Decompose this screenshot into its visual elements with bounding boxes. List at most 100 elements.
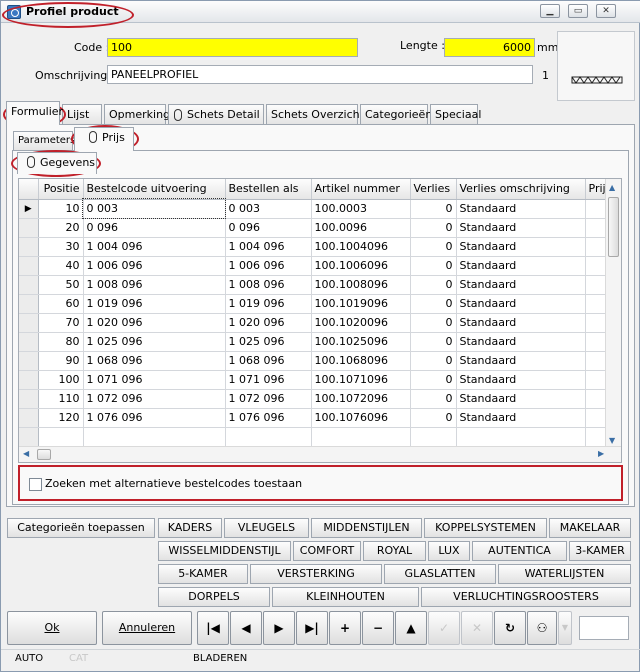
- lengte-field[interactable]: 6000: [444, 38, 535, 57]
- table-cell[interactable]: 100.1076096: [311, 408, 411, 428]
- table-cell[interactable]: 0: [410, 370, 457, 390]
- ok-button[interactable]: Ok: [7, 611, 97, 645]
- tab-speciaal[interactable]: Speciaal: [430, 104, 481, 124]
- table-cell[interactable]: 1 008 096: [225, 275, 312, 295]
- table-cell[interactable]: Standaard: [456, 218, 586, 238]
- table-cell[interactable]: 0: [410, 389, 457, 409]
- table-cell[interactable]: 50: [38, 275, 84, 295]
- category-button-lux[interactable]: LUX: [428, 541, 470, 561]
- category-button-makelaar[interactable]: MAKELAAR: [549, 518, 631, 538]
- tab-gegevens[interactable]: Gegevens: [17, 152, 97, 174]
- table-cell[interactable]: 40: [38, 256, 84, 276]
- delete-record-icon[interactable]: −: [362, 611, 394, 645]
- table-cell[interactable]: 1 006 096: [225, 256, 312, 276]
- table-cell[interactable]: 0: [410, 256, 457, 276]
- table-cell[interactable]: 100.1004096: [311, 237, 411, 257]
- category-button-vleugels[interactable]: VLEUGELS: [224, 518, 309, 538]
- category-button-comfort[interactable]: COMFORT: [293, 541, 361, 561]
- table-cell[interactable]: [456, 427, 586, 447]
- category-button-3-kamer[interactable]: 3-KAMER: [569, 541, 631, 561]
- table-cell[interactable]: 0: [410, 294, 457, 314]
- category-button-waterlijsten[interactable]: WATERLIJSTEN: [498, 564, 631, 584]
- table-cell[interactable]: 1 068 096: [225, 351, 312, 371]
- grid-header[interactable]: Positie: [38, 179, 84, 200]
- table-cell[interactable]: 100.1019096: [311, 294, 411, 314]
- record-number-field[interactable]: [579, 616, 629, 640]
- table-cell[interactable]: 110: [38, 389, 84, 409]
- table-row[interactable]: 40 1 006 096 1 006 096 100.1006096 0 Standaar…: [19, 256, 616, 276]
- table-cell[interactable]: 20: [38, 218, 84, 238]
- table-cell[interactable]: 0: [410, 332, 457, 352]
- table-cell[interactable]: [19, 427, 39, 447]
- category-button-wisselmiddenstijl[interactable]: WISSELMIDDENSTIJL: [158, 541, 291, 561]
- cancel-edit-icon[interactable]: ✕: [461, 611, 493, 645]
- table-cell[interactable]: Standaard: [456, 237, 586, 257]
- grid-header[interactable]: Artikel nummer: [311, 179, 411, 200]
- table-cell[interactable]: 0: [410, 408, 457, 428]
- table-cell[interactable]: 0: [410, 275, 457, 295]
- table-cell[interactable]: 90: [38, 351, 84, 371]
- tab-lijst[interactable]: Lijst: [62, 104, 102, 124]
- next-record-icon[interactable]: ▶: [263, 611, 295, 645]
- table-cell[interactable]: 1 071 096: [225, 370, 312, 390]
- maximize-button[interactable]: ▭: [568, 4, 588, 18]
- post-record-icon[interactable]: ✓: [428, 611, 460, 645]
- table-row[interactable]: 30 1 004 096 1 004 096 100.1004096 0 Standaar…: [19, 237, 616, 257]
- table-cell[interactable]: 1 019 096: [83, 294, 226, 314]
- table-cell[interactable]: 0: [410, 237, 457, 257]
- table-cell[interactable]: 1 076 096: [83, 408, 226, 428]
- table-cell[interactable]: Standaard: [456, 351, 586, 371]
- table-cell[interactable]: Standaard: [456, 199, 586, 219]
- alt-codes-checkbox[interactable]: [29, 478, 42, 491]
- table-cell[interactable]: Standaard: [456, 313, 586, 333]
- category-button-kaders[interactable]: KADERS: [158, 518, 222, 538]
- tab-schets-detail[interactable]: Schets Detail: [168, 104, 264, 124]
- hscroll-thumb[interactable]: [37, 449, 51, 460]
- table-cell[interactable]: 0 096: [83, 218, 226, 238]
- table-cell[interactable]: 100.1071096: [311, 370, 411, 390]
- table-cell[interactable]: 10: [38, 199, 84, 219]
- table-cell[interactable]: 0 096: [225, 218, 312, 238]
- cancel-button[interactable]: Annuleren: [102, 611, 192, 645]
- table-cell[interactable]: 1 020 096: [83, 313, 226, 333]
- table-cell[interactable]: 100.1020096: [311, 313, 411, 333]
- table-row[interactable]: 120 1 076 096 1 076 096 100.1076096 0 Standaa…: [19, 408, 616, 428]
- table-cell[interactable]: [410, 427, 457, 447]
- category-button-5-kamer[interactable]: 5-KAMER: [158, 564, 248, 584]
- search-binoculars-icon[interactable]: ⚇: [527, 611, 557, 645]
- tab-schets-overzicht[interactable]: Schets Overzicht: [266, 104, 364, 124]
- table-cell[interactable]: Standaard: [456, 332, 586, 352]
- table-cell[interactable]: 0 003: [82, 198, 226, 219]
- table-row[interactable]: 70 1 020 096 1 020 096 100.1020096 0 Standaar…: [19, 313, 616, 333]
- table-cell[interactable]: 100.1072096: [311, 389, 411, 409]
- table-row[interactable]: 50 1 008 096 1 008 096 100.1008096 0 Standaar…: [19, 275, 616, 295]
- table-cell[interactable]: Standaard: [456, 294, 586, 314]
- table-cell[interactable]: 1 071 096: [83, 370, 226, 390]
- table-cell[interactable]: 100: [38, 370, 84, 390]
- category-button-verluchtingsroosters[interactable]: VERLUCHTINGSROOSTERS: [421, 587, 631, 607]
- add-record-icon[interactable]: +: [329, 611, 361, 645]
- first-record-icon[interactable]: |◀: [197, 611, 229, 645]
- table-cell[interactable]: 1 004 096: [225, 237, 312, 257]
- table-cell[interactable]: 1 019 096: [225, 294, 312, 314]
- scroll-down-arrow-icon[interactable]: ▼: [609, 436, 615, 445]
- dropdown-arrow-icon[interactable]: ▼: [558, 611, 572, 645]
- category-button-dorpels[interactable]: DORPELS: [158, 587, 270, 607]
- tab-prijs[interactable]: Prijs: [74, 127, 134, 151]
- table-cell[interactable]: Standaard: [456, 389, 586, 409]
- table-row[interactable]: 100 1 071 096 1 071 096 100.1071096 0 Standaa…: [19, 370, 616, 390]
- refresh-icon[interactable]: ↻: [494, 611, 526, 645]
- table-cell[interactable]: 1 004 096: [83, 237, 226, 257]
- tab-opmerking[interactable]: Opmerking: [104, 104, 170, 124]
- table-cell[interactable]: 1 076 096: [225, 408, 312, 428]
- table-cell[interactable]: 1 025 096: [225, 332, 312, 352]
- table-cell[interactable]: [38, 427, 84, 447]
- table-row[interactable]: ▶ 10 0 003 0 003 100.0003 0 Standaard: [19, 198, 616, 219]
- tab-parameters[interactable]: Parameters: [13, 131, 75, 151]
- table-row[interactable]: 90 1 068 096 1 068 096 100.1068096 0 Standaar…: [19, 351, 616, 371]
- omschrijving-field[interactable]: PANEELPROFIEL: [107, 65, 533, 84]
- scroll-left-arrow-icon[interactable]: ◀: [23, 449, 29, 458]
- table-cell[interactable]: 0: [410, 351, 457, 371]
- category-button-autentica[interactable]: AUTENTICA: [472, 541, 567, 561]
- scroll-up-arrow-icon[interactable]: ▲: [609, 183, 615, 192]
